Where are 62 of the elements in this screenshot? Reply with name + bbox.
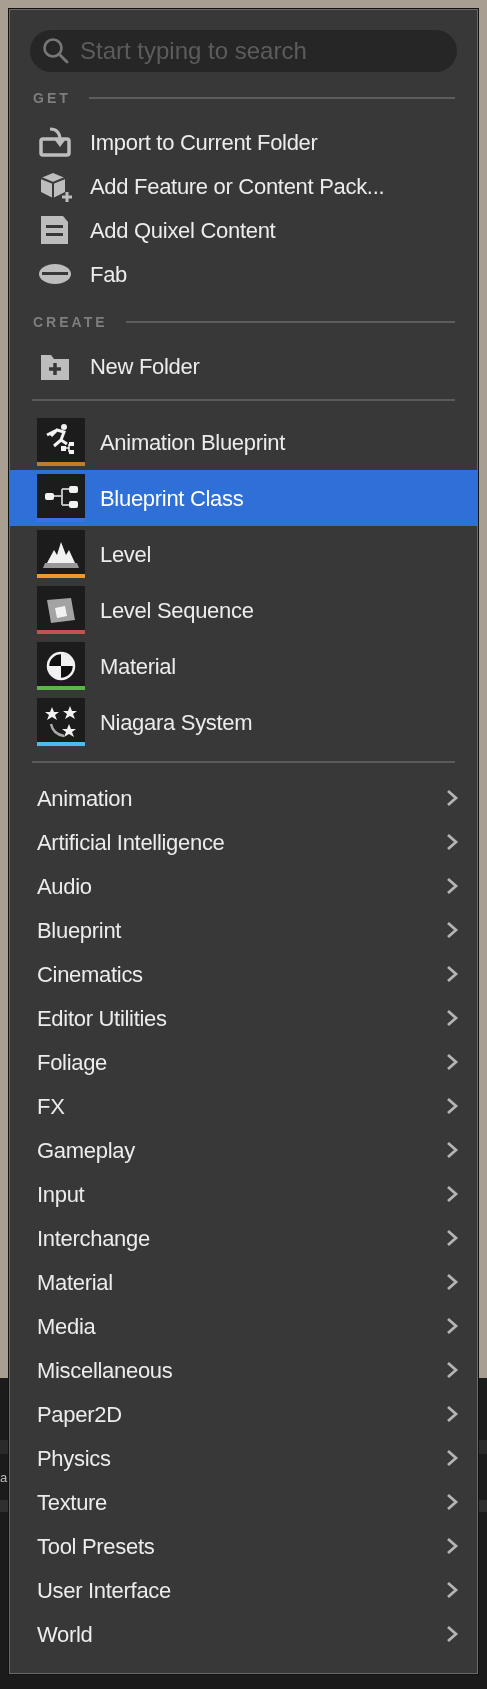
submenu-item[interactable]: Editor Utilities bbox=[10, 996, 477, 1040]
chevron-right-icon bbox=[445, 1228, 459, 1248]
chevron-right-icon bbox=[445, 1272, 459, 1292]
submenu-item[interactable]: Material bbox=[10, 1260, 477, 1304]
submenu-item[interactable]: Audio bbox=[10, 864, 477, 908]
menu-item[interactable]: Fab bbox=[10, 252, 477, 296]
submenu-item[interactable]: Input bbox=[10, 1172, 477, 1216]
submenu-item[interactable]: Physics bbox=[10, 1436, 477, 1480]
chevron-right-icon bbox=[445, 1360, 459, 1380]
chevron-right-icon bbox=[445, 1140, 459, 1160]
chevron-right-icon bbox=[445, 1448, 459, 1468]
chevron-right-icon bbox=[445, 964, 459, 984]
import-icon bbox=[38, 126, 74, 158]
chevron-right-icon bbox=[445, 1316, 459, 1336]
submenu-item[interactable]: Animation bbox=[10, 776, 477, 820]
search-icon bbox=[42, 37, 70, 65]
submenu-item[interactable]: Blueprint bbox=[10, 908, 477, 952]
submenu-item[interactable]: Foliage bbox=[10, 1040, 477, 1084]
asset-item[interactable]: Niagara System bbox=[10, 694, 477, 750]
menu-item[interactable]: Add Feature or Content Pack... bbox=[10, 164, 477, 208]
submenu-item[interactable]: Texture bbox=[10, 1480, 477, 1524]
chevron-right-icon bbox=[445, 1008, 459, 1028]
section-heading: CREATE bbox=[33, 312, 108, 332]
stars-icon bbox=[45, 706, 77, 738]
section-heading: GET bbox=[33, 88, 71, 108]
submenu-item[interactable]: Artificial Intelligence bbox=[10, 820, 477, 864]
submenu-item[interactable]: Cinematics bbox=[10, 952, 477, 996]
submenu-item[interactable]: Interchange bbox=[10, 1216, 477, 1260]
chevron-right-icon bbox=[445, 1580, 459, 1600]
submenu-item[interactable]: FX bbox=[10, 1084, 477, 1128]
submenu-item[interactable]: Miscellaneous bbox=[10, 1348, 477, 1392]
chevron-right-icon bbox=[445, 832, 459, 852]
submenu-item[interactable]: World bbox=[10, 1612, 477, 1656]
chevron-right-icon bbox=[445, 920, 459, 940]
asset-item[interactable]: Animation Blueprint bbox=[10, 414, 477, 470]
submenu-item[interactable]: User Interface bbox=[10, 1568, 477, 1612]
submenu-item[interactable]: Media bbox=[10, 1304, 477, 1348]
menu-item[interactable]: Import to Current Folder bbox=[10, 120, 477, 164]
submenu-item[interactable]: Tool Presets bbox=[10, 1524, 477, 1568]
asset-item[interactable]: Material bbox=[10, 638, 477, 694]
chevron-right-icon bbox=[445, 1492, 459, 1512]
chevron-right-icon bbox=[445, 788, 459, 808]
checker-sphere-icon bbox=[46, 651, 76, 681]
submenu-item[interactable]: Gameplay bbox=[10, 1128, 477, 1172]
asset-item[interactable]: Blueprint Class bbox=[10, 470, 477, 526]
chevron-right-icon bbox=[445, 1404, 459, 1424]
chevron-right-icon bbox=[445, 1096, 459, 1116]
node-graph-icon bbox=[45, 486, 78, 508]
mountain-icon bbox=[43, 542, 79, 568]
asset-item[interactable]: Level bbox=[10, 526, 477, 582]
chevron-right-icon bbox=[445, 876, 459, 896]
asset-item[interactable]: Level Sequence bbox=[10, 582, 477, 638]
running-figure-icon bbox=[45, 424, 74, 454]
chevron-right-icon bbox=[445, 1536, 459, 1556]
background-text: a bbox=[0, 1470, 8, 1486]
chevron-right-icon bbox=[445, 1052, 459, 1072]
chevron-right-icon bbox=[445, 1184, 459, 1204]
menu-item[interactable]: Add Quixel Content bbox=[10, 208, 477, 252]
menu-item[interactable]: New Folder bbox=[10, 344, 477, 388]
chevron-right-icon bbox=[445, 1624, 459, 1644]
submenu-item[interactable]: Paper2D bbox=[10, 1392, 477, 1436]
box-plus-icon bbox=[38, 170, 74, 202]
